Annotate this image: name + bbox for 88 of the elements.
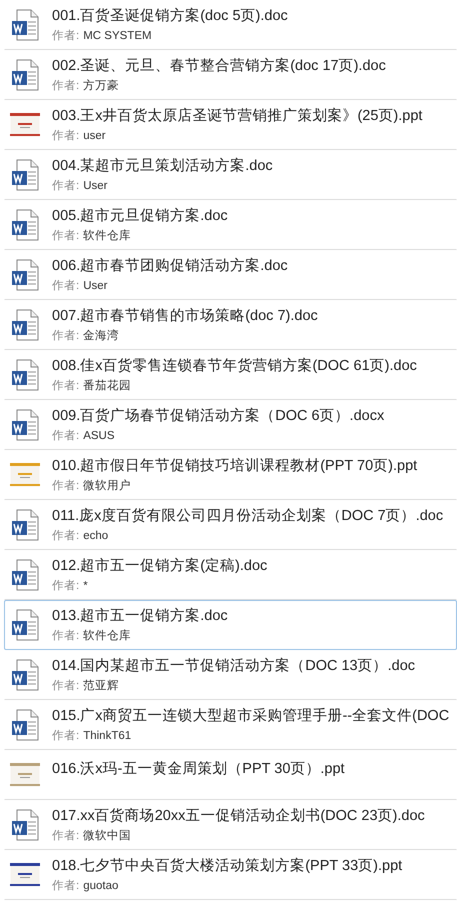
author-label: 作者:	[52, 578, 80, 594]
author-label: 作者:	[52, 228, 80, 244]
author-name: 金海湾	[83, 328, 120, 344]
document-item[interactable]: 012.超市五一促销方案(定稿).doc 作者: *	[4, 550, 457, 600]
author-name: *	[83, 579, 88, 594]
author-name: ThinkT61	[83, 729, 132, 744]
document-title[interactable]: 008.佳x百货零售连锁春节年货营销方案(DOC 61页).doc	[52, 356, 417, 376]
author-name: 番茄花园	[83, 378, 132, 394]
author-label: 作者:	[52, 178, 80, 194]
document-item[interactable]: 007.超市春节销售的市场策略(doc 7).doc 作者: 金海湾	[4, 300, 457, 350]
document-title[interactable]: 006.超市春节团购促销活动方案.doc	[52, 256, 288, 276]
author-label: 作者:	[52, 428, 80, 444]
author-name: 软件仓库	[83, 228, 132, 244]
word-document-icon	[11, 209, 39, 241]
author-label: 作者:	[52, 328, 80, 344]
author-name: 范亚辉	[83, 678, 120, 694]
word-document-icon	[11, 309, 39, 341]
word-document-icon	[11, 9, 39, 41]
word-document-icon	[11, 609, 39, 641]
document-title[interactable]: 013.超市五一促销方案.doc	[52, 606, 228, 626]
document-item[interactable]: 006.超市春节团购促销活动方案.doc 作者: User	[4, 250, 457, 300]
document-title[interactable]: 012.超市五一促销方案(定稿).doc	[52, 556, 268, 576]
document-item[interactable]: 011.庞x度百货有限公司四月份活动企划案（DOC 7页）.doc 作者: echo	[4, 500, 457, 550]
author-name: user	[83, 129, 106, 144]
document-item[interactable]: 003.王x井百货太原店圣诞节营销推广策划案》(25页).ppt 作者: user	[4, 100, 457, 150]
document-item[interactable]: 001.百货圣诞促销方案(doc 5页).doc 作者: MC SYSTEM	[4, 0, 457, 50]
word-document-icon	[11, 559, 39, 591]
document-title[interactable]: 017.xx百货商场20xx五一促销活动企划书(DOC 23页).doc	[52, 806, 425, 826]
document-title[interactable]: 004.某超市元旦策划活动方案.doc	[52, 156, 273, 176]
author-name: 微软用户	[83, 478, 132, 494]
author-label: 作者:	[52, 378, 80, 394]
author-name: User	[83, 279, 108, 294]
author-name: echo	[83, 529, 108, 544]
document-item[interactable]: 018.七夕节中央百货大楼活动策划方案(PPT 33页).ppt 作者: guotao	[4, 850, 457, 900]
author-name: 软件仓库	[83, 628, 132, 644]
word-document-icon	[11, 659, 39, 691]
author-label: 作者:	[52, 28, 80, 44]
document-title[interactable]: 003.王x井百货太原店圣诞节营销推广策划案》(25页).ppt	[52, 106, 422, 126]
document-item[interactable]: 013.超市五一促销方案.doc 作者: 软件仓库	[4, 600, 457, 650]
author-label: 作者:	[52, 128, 80, 144]
document-title[interactable]: 011.庞x度百货有限公司四月份活动企划案（DOC 7页）.doc	[52, 506, 444, 526]
author-label: 作者:	[52, 78, 80, 94]
document-item[interactable]: 014.国内某超市五一节促销活动方案（DOC 13页）.doc 作者: 范亚辉	[4, 650, 457, 700]
slide-thumbnail-icon	[10, 463, 40, 487]
author-label: 作者:	[52, 278, 80, 294]
author-label: 作者:	[52, 478, 80, 494]
author-label: 作者:	[52, 528, 80, 544]
document-title[interactable]: 005.超市元旦促销方案.doc	[52, 206, 228, 226]
document-title[interactable]: 014.国内某超市五一节促销活动方案（DOC 13页）.doc	[52, 656, 416, 676]
author-label: 作者:	[52, 828, 80, 844]
author-name: 微软中国	[83, 828, 132, 844]
document-item[interactable]: 017.xx百货商场20xx五一促销活动企划书(DOC 23页).doc 作者: 微软中国	[4, 800, 457, 850]
author-label: 作者:	[52, 678, 80, 694]
document-item[interactable]: 016.沃x玛-五一黄金周策划（PPT 30页）.ppt	[4, 750, 457, 800]
author-name: ASUS	[83, 429, 115, 444]
author-name: MC SYSTEM	[83, 29, 152, 44]
author-name: User	[83, 179, 108, 194]
word-document-icon	[11, 59, 39, 91]
author-label: 作者:	[52, 728, 80, 744]
document-item[interactable]: 002.圣诞、元旦、春节整合营销方案(doc 17页).doc 作者: 方万豪	[4, 50, 457, 100]
document-title[interactable]: 009.百货广场春节促销活动方案（DOC 6页）.docx	[52, 406, 384, 426]
slide-thumbnail-icon	[10, 763, 40, 787]
word-document-icon	[11, 409, 39, 441]
word-document-icon	[11, 359, 39, 391]
document-item[interactable]: 009.百货广场春节促销活动方案（DOC 6页）.docx 作者: ASUS	[4, 400, 457, 450]
document-item[interactable]: 005.超市元旦促销方案.doc 作者: 软件仓库	[4, 200, 457, 250]
document-title[interactable]: 016.沃x玛-五一黄金周策划（PPT 30页）.ppt	[52, 759, 345, 779]
author-label: 作者:	[52, 628, 80, 644]
document-title[interactable]: 007.超市春节销售的市场策略(doc 7).doc	[52, 306, 318, 326]
word-document-icon	[11, 509, 39, 541]
document-item[interactable]: 015.广x商贸五一连锁大型超市采购管理手册--全套文件(DOC 作者: ThinkT61	[4, 700, 457, 750]
word-document-icon	[11, 259, 39, 291]
slide-thumbnail-icon	[10, 863, 40, 887]
document-item[interactable]: 010.超市假日年节促销技巧培训课程教材(PPT 70页).ppt 作者: 微软用户	[4, 450, 457, 500]
document-item[interactable]: 004.某超市元旦策划活动方案.doc 作者: User	[4, 150, 457, 200]
word-document-icon	[11, 159, 39, 191]
slide-thumbnail-icon	[10, 113, 40, 137]
document-title[interactable]: 002.圣诞、元旦、春节整合营销方案(doc 17页).doc	[52, 56, 386, 76]
document-title[interactable]: 018.七夕节中央百货大楼活动策划方案(PPT 33页).ppt	[52, 856, 402, 876]
word-document-icon	[11, 809, 39, 841]
author-name: guotao	[83, 879, 118, 894]
document-title[interactable]: 015.广x商贸五一连锁大型超市采购管理手册--全套文件(DOC	[52, 706, 450, 726]
document-title[interactable]: 001.百货圣诞促销方案(doc 5页).doc	[52, 6, 288, 26]
author-name: 方万豪	[83, 78, 120, 94]
author-label: 作者:	[52, 878, 80, 894]
word-document-icon	[11, 709, 39, 741]
document-title[interactable]: 010.超市假日年节促销技巧培训课程教材(PPT 70页).ppt	[52, 456, 418, 476]
document-item[interactable]: 008.佳x百货零售连锁春节年货营销方案(DOC 61页).doc 作者: 番茄花园	[4, 350, 457, 400]
